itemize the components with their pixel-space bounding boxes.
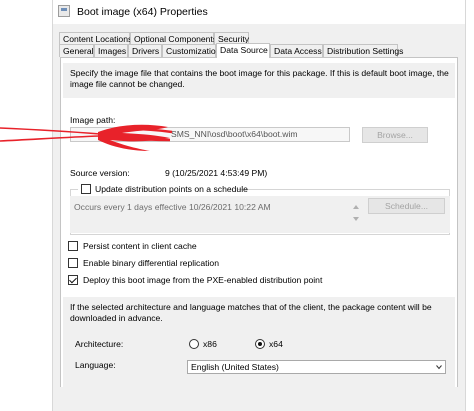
- source-version-value: 9 (10/25/2021 4:53:49 PM): [165, 168, 268, 178]
- tab-customization[interactable]: Customization: [162, 44, 220, 57]
- tab-label: Customization: [166, 46, 221, 56]
- schedule-spinner[interactable]: [352, 202, 360, 224]
- description-text: Specify the image file that contains the…: [70, 68, 449, 89]
- tab-images[interactable]: Images: [94, 44, 128, 57]
- arch-x64-label: x64: [269, 339, 283, 349]
- language-label: Language:: [75, 360, 116, 370]
- source-version-label: Source version:: [70, 168, 130, 178]
- browse-button[interactable]: Browse...: [362, 127, 428, 143]
- language-value: English (United States): [191, 362, 279, 372]
- tab-data-source[interactable]: Data Source: [216, 43, 270, 58]
- arch-x86-radio[interactable]: [189, 339, 199, 349]
- red-annotation-scribble: [0, 124, 173, 151]
- binary-replication-label: Enable binary differential replication: [83, 258, 219, 268]
- arch-x86-label: x86: [203, 339, 217, 349]
- tab-distribution-settings[interactable]: Distribution Settings: [323, 44, 403, 57]
- update-schedule-label: Update distribution points on a schedule: [95, 184, 248, 194]
- browse-button-label: Browse...: [377, 130, 413, 140]
- title-bar[interactable]: Boot image (x64) Properties: [53, 0, 465, 24]
- package-icon: [58, 5, 70, 17]
- schedule-button[interactable]: Schedule...: [368, 198, 445, 214]
- bottom-strip: [53, 387, 463, 411]
- spin-down-icon: [353, 217, 359, 221]
- schedule-text: Occurs every 1 days effective 10/26/2021…: [74, 202, 271, 212]
- tab-label: Data Access: [274, 46, 322, 56]
- chevron-down-icon: [436, 365, 442, 370]
- persist-cache-checkbox[interactable]: [68, 241, 78, 251]
- architecture-label: Architecture:: [75, 339, 124, 349]
- deploy-pxe-checkbox[interactable]: [68, 275, 78, 285]
- schedule-button-label: Schedule...: [385, 201, 428, 211]
- tab-label: Distribution Settings: [327, 46, 404, 56]
- tab-label: Content Locations: [63, 34, 133, 44]
- spin-up-icon: [353, 205, 359, 209]
- tab-drivers[interactable]: Drivers: [128, 44, 162, 57]
- update-schedule-checkbox[interactable]: [81, 184, 91, 194]
- tab-label: Images: [98, 46, 127, 56]
- language-select[interactable]: English (United States): [187, 360, 446, 374]
- arch-x64-radio[interactable]: [255, 339, 265, 349]
- persist-cache-label: Persist content in client cache: [83, 241, 197, 251]
- tab-data-access[interactable]: Data Access: [270, 44, 323, 57]
- binary-replication-checkbox[interactable]: [68, 258, 78, 268]
- window-title: Boot image (x64) Properties: [77, 6, 208, 18]
- tab-label: Data Source: [220, 45, 268, 55]
- tab-label: General: [63, 46, 94, 56]
- tab-label: Optional Components: [134, 34, 218, 44]
- architecture-note: If the selected architecture and languag…: [70, 302, 432, 323]
- tab-general[interactable]: General: [59, 44, 94, 57]
- deploy-pxe-label: Deploy this boot image from the PXE-enab…: [83, 275, 323, 285]
- tab-label: Drivers: [132, 46, 160, 56]
